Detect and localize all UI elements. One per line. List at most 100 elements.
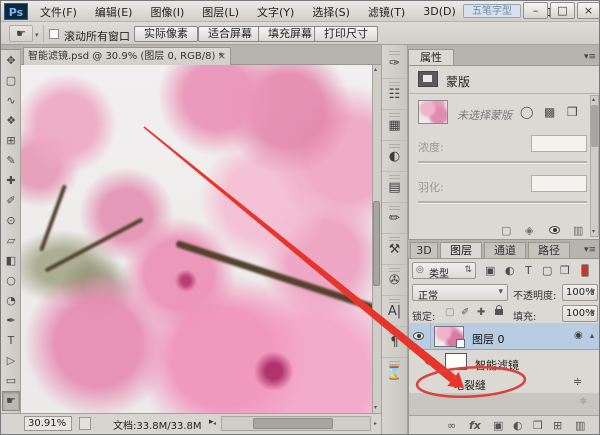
delete-mask-icon[interactable]: ▥	[573, 224, 583, 237]
filter-switch-button[interactable]	[581, 264, 589, 277]
scroll-down-icon[interactable]: ▾	[374, 404, 377, 411]
filter-shape-icon[interactable]: ▢	[542, 264, 552, 277]
clone-stamp-tool[interactable]: ⊙	[2, 211, 20, 231]
eraser-tool[interactable]: ▱	[2, 231, 20, 251]
type-tool[interactable]: T	[2, 331, 20, 351]
tab-paths[interactable]: 路径	[528, 242, 570, 259]
lock-transparent-icon[interactable]: ▢	[445, 307, 454, 318]
dodge-tool[interactable]: ◔	[2, 291, 20, 311]
smart-filter-eye-icon[interactable]	[425, 357, 436, 365]
hand-tool[interactable]: ☛	[2, 391, 20, 411]
mask-selection-icon[interactable]: ▢	[501, 224, 511, 237]
blend-mode-combo[interactable]: 正常 ▾	[412, 284, 508, 301]
fit-screen-button[interactable]: 适合屏幕	[198, 26, 262, 42]
character-panel-icon[interactable]: A|	[382, 297, 407, 327]
fill-screen-button[interactable]: 填充屏幕	[258, 26, 322, 42]
smart-filter-mask-thumbnail[interactable]	[445, 353, 467, 370]
add-mask-icon[interactable]: ▣	[493, 419, 503, 432]
print-size-button[interactable]: 打印尺寸	[314, 26, 378, 42]
feather-field[interactable]	[531, 175, 587, 192]
menu-file[interactable]: 文件(F)	[33, 2, 84, 22]
scroll-left-icon[interactable]: ◂	[213, 420, 216, 427]
document-tab[interactable]: × 智能滤镜.psd @ 30.9% (图层 0, RGB/8) *	[23, 47, 231, 65]
layer-visibility-eye-icon[interactable]	[413, 332, 424, 340]
filter-type-icon[interactable]: T	[525, 264, 532, 277]
tab-3d[interactable]: 3D	[410, 242, 438, 259]
density-slider[interactable]	[418, 161, 587, 164]
marquee-tool[interactable]: ▢	[2, 71, 20, 91]
menu-type[interactable]: 文字(Y)	[250, 2, 301, 22]
tab-properties[interactable]: 属性	[408, 49, 454, 66]
menu-select[interactable]: 选择(S)	[305, 2, 357, 22]
scroll-up-icon[interactable]: ▴	[592, 96, 595, 103]
panel-grip[interactable]	[1, 45, 21, 50]
layer-style-icon[interactable]: fx	[469, 419, 481, 432]
filter-pixel-icon[interactable]: ▣	[485, 264, 495, 277]
menu-filter[interactable]: 滤镜(T)	[361, 2, 412, 22]
clone-source-icon[interactable]: ✇	[382, 266, 407, 296]
tool-presets-icon[interactable]: ⚒	[382, 235, 407, 265]
history-brush-icon[interactable]: ✑	[382, 49, 407, 79]
character-styles-icon[interactable]: ▦	[382, 111, 407, 141]
quick-selection-tool[interactable]: ❖	[2, 111, 20, 131]
layer-group-icon[interactable]: ❒	[533, 419, 543, 432]
paragraph-panel-icon[interactable]: ¶	[382, 328, 407, 358]
craquelure-filter-item[interactable]: 龟裂缝	[453, 377, 486, 393]
menu-edit[interactable]: 编辑(E)	[88, 2, 140, 22]
density-field[interactable]	[531, 135, 587, 152]
minimize-button[interactable]: –	[523, 2, 548, 19]
panel-menu-icon[interactable]: ▾≡	[584, 245, 596, 255]
add-vector-mask-icon[interactable]: ❒	[567, 105, 578, 119]
tab-layers[interactable]: 图层	[440, 242, 482, 259]
timeline-icon[interactable]: ⌛	[382, 359, 407, 435]
adjustments-icon[interactable]: ◐	[382, 142, 407, 172]
properties-scroll-thumb[interactable]	[591, 105, 598, 147]
styles-icon[interactable]: ▤	[382, 173, 407, 203]
smart-filter-badge-icon[interactable]: ◉	[574, 330, 583, 341]
add-mask-icon[interactable]: ▩	[544, 105, 555, 119]
collapse-arrow-icon[interactable]: ▴	[590, 331, 594, 340]
tab-channels[interactable]: 通道	[484, 242, 526, 259]
pixel-mask-icon[interactable]: ◯	[520, 105, 533, 119]
lock-pixels-icon[interactable]: ✐	[461, 307, 469, 318]
scroll-up-icon[interactable]: ▴	[374, 66, 377, 73]
hand-tool-icon[interactable]: ☛	[9, 25, 33, 42]
layer-mask-thumbnail[interactable]	[418, 100, 448, 124]
fill-field[interactable]: 100% ▾	[562, 305, 598, 322]
crop-tool[interactable]: ⊞	[2, 131, 20, 151]
delete-layer-icon[interactable]: ▥	[575, 419, 585, 432]
brush-tool[interactable]: ✐	[2, 191, 20, 211]
blur-tool[interactable]: ○	[2, 271, 20, 291]
layer-filter-combo[interactable]: ◎ 类型 ⇅	[412, 262, 476, 279]
scroll-down-icon[interactable]: ▾	[592, 228, 595, 235]
vertical-scroll-thumb[interactable]	[373, 201, 380, 286]
healing-brush-tool[interactable]: ✚	[2, 171, 20, 191]
panel-menu-icon[interactable]: ▾≡	[584, 52, 596, 62]
link-layers-icon[interactable]: ∞	[447, 419, 456, 432]
swatches-icon[interactable]: ☷	[382, 80, 407, 110]
zoom-level-field[interactable]: 30.91%	[24, 416, 72, 431]
menu-image[interactable]: 图像(I)	[143, 2, 191, 22]
pen-tool[interactable]: ✒	[2, 311, 20, 331]
smart-filters-label[interactable]: 智能滤镜	[475, 357, 519, 373]
scroll-all-windows-checkbox[interactable]	[49, 29, 59, 39]
horizontal-scroll-thumb[interactable]	[253, 418, 333, 429]
menu-layer[interactable]: 图层(L)	[195, 2, 246, 22]
maximize-button[interactable]: □	[550, 2, 575, 19]
scroll-right-icon[interactable]: ▸	[374, 420, 377, 427]
new-layer-icon[interactable]: ⊞	[553, 419, 562, 432]
adjustment-layer-icon[interactable]: ◐	[513, 419, 523, 432]
shape-tool[interactable]: ▭	[2, 371, 20, 391]
gradient-tool[interactable]: ◧	[2, 251, 20, 271]
actual-pixels-button[interactable]: 实际像素	[134, 26, 198, 42]
opacity-field[interactable]: 100% ▾	[562, 284, 598, 301]
eyedropper-tool[interactable]: ✎	[2, 151, 20, 171]
filter-smartobject-icon[interactable]: ❒	[560, 264, 570, 277]
apply-mask-icon[interactable]: ◈	[525, 224, 533, 237]
filter-adjustment-icon[interactable]: ◐	[505, 264, 515, 277]
filter-blend-options-icon[interactable]: ≑	[573, 375, 582, 388]
move-tool[interactable]: ✥	[2, 51, 20, 71]
layer0-name[interactable]: 图层 0	[472, 331, 505, 347]
chevron-down-icon[interactable]: ▾	[35, 31, 39, 39]
brush-presets-icon[interactable]: ✏	[382, 204, 407, 234]
